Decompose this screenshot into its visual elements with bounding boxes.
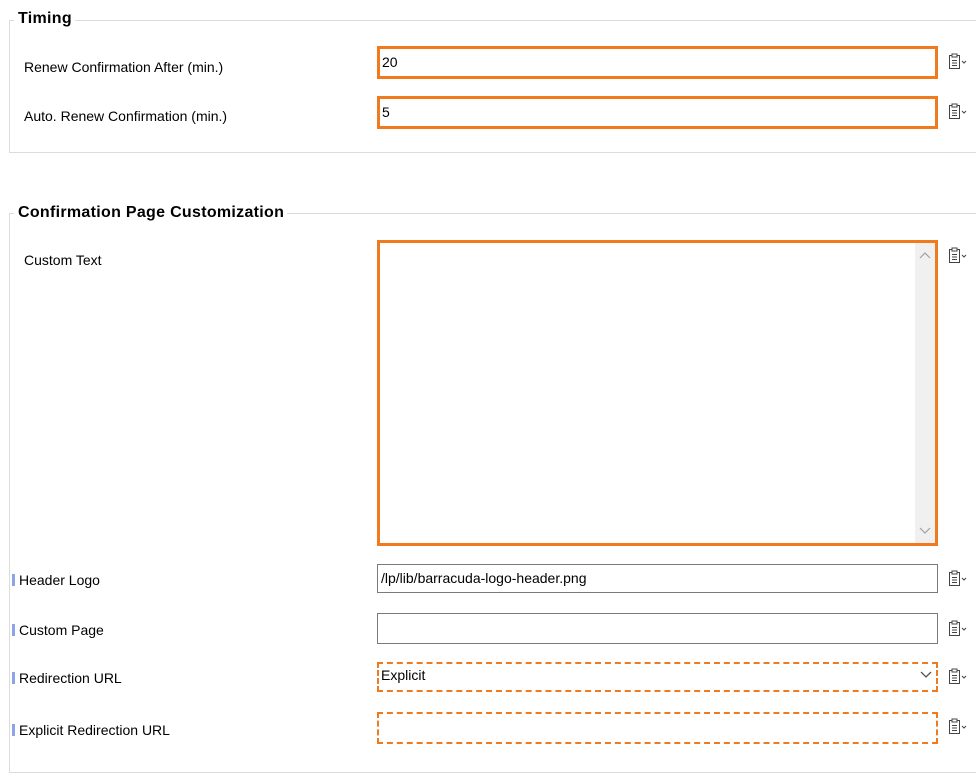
clipboard-dropdown-icon[interactable] — [948, 103, 970, 121]
setting-marker — [12, 672, 15, 684]
redirection-url-label: Redirection URL — [12, 669, 122, 687]
setting-marker — [12, 724, 15, 736]
custom-text-label: Custom Text — [24, 252, 102, 268]
clipboard-dropdown-icon[interactable] — [948, 247, 970, 265]
custom-text-scrollbar[interactable] — [915, 243, 935, 543]
renew-after-input[interactable]: 20 — [377, 46, 938, 79]
custom-page-input[interactable] — [377, 613, 938, 644]
customization-group-title: Confirmation Page Customization — [14, 204, 288, 222]
explicit-redirection-url-label: Explicit Redirection URL — [12, 721, 170, 739]
clipboard-dropdown-icon[interactable] — [948, 620, 970, 638]
custom-page-label: Custom Page — [12, 621, 104, 639]
auto-renew-label: Auto. Renew Confirmation (min.) — [24, 108, 228, 124]
clipboard-dropdown-icon[interactable] — [948, 53, 970, 71]
renew-after-label: Renew Confirmation After (min.) — [24, 59, 224, 75]
clipboard-dropdown-icon[interactable] — [948, 668, 970, 686]
header-logo-input[interactable]: /lp/lib/barracuda-logo-header.png — [377, 564, 938, 593]
explicit-redirection-url-input[interactable] — [377, 712, 938, 744]
header-logo-label: Header Logo — [12, 571, 100, 589]
redirection-url-value: Explicit — [381, 667, 426, 683]
chevron-down-icon[interactable] — [915, 521, 935, 541]
setting-marker — [12, 574, 15, 586]
clipboard-dropdown-icon[interactable] — [948, 718, 970, 736]
redirection-url-select[interactable]: Explicit — [377, 662, 938, 692]
clipboard-dropdown-icon[interactable] — [948, 570, 970, 588]
chevron-down-icon[interactable] — [917, 665, 935, 685]
setting-marker — [12, 624, 15, 636]
chevron-up-icon[interactable] — [915, 245, 935, 265]
auto-renew-input[interactable]: 5 — [377, 96, 938, 129]
timing-group-title: Timing — [14, 10, 75, 28]
custom-text-area[interactable] — [377, 240, 938, 546]
timing-group — [9, 20, 976, 153]
